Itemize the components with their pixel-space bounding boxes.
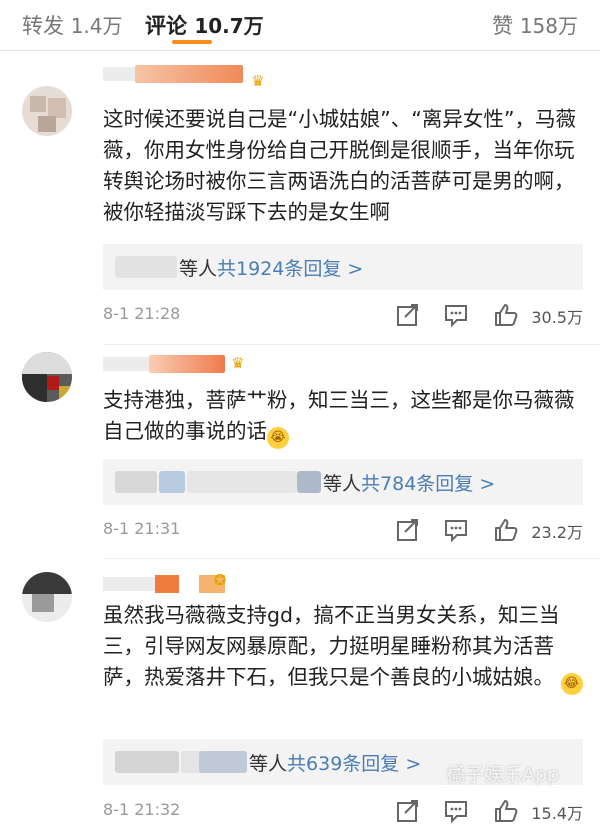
tab-comments-label: 评论 (145, 14, 187, 38)
tab-comments[interactable]: 评论 10.7万 (145, 10, 264, 40)
tab-forward[interactable]: 转发 1.4万 (22, 10, 123, 40)
active-tab-indicator (172, 40, 212, 44)
comment-icon[interactable] (443, 798, 469, 824)
reply-names-blurred (187, 471, 297, 493)
tears-of-joy-emoji-icon: 😂 (560, 673, 583, 695)
comment-text-body: 这时候还要说自己是“小城姑娘”、“离异女性”，马薇薇，你用女性身份给自己开脱倒是… (103, 107, 576, 224)
medal-icon: ✪ (213, 571, 227, 589)
tab-likes-label: 赞 (492, 14, 514, 38)
comment-icon[interactable] (443, 302, 469, 328)
comment-tabs: 转发 1.4万 评论 10.7万 赞 158万 (0, 0, 600, 52)
reply-suffix: 等人 (323, 473, 362, 495)
comment-icon[interactable] (443, 517, 469, 543)
reply-suffix: 等人 (179, 258, 218, 280)
tab-forward-label: 转发 (22, 14, 64, 38)
comment-divider (103, 344, 600, 345)
comment-text: 这时候还要说自己是“小城姑娘”、“离异女性”，马薇薇，你用女性身份给自己开脱倒是… (103, 104, 583, 228)
username-blurred[interactable] (103, 355, 225, 373)
repost-icon[interactable] (395, 798, 421, 824)
comment-meta: 8-1 21:28 30.5万 (103, 300, 583, 330)
reply-summary[interactable]: 等人共784条回复 > (103, 459, 583, 505)
tab-comments-count: 10.7万 (194, 14, 264, 38)
watermark: 橘子娱乐App (446, 764, 560, 786)
reply-text: 等人共784条回复 > (323, 469, 495, 496)
comment-meta: 8-1 21:32 15.4万 (103, 796, 583, 826)
reply-names-blurred (115, 471, 157, 493)
comment-text-body: 虽然我马薇薇支持gd，搞不正当男女关系，知三当三，引导网友网暴原配，力挺明星睡粉… (103, 603, 560, 689)
repost-icon[interactable] (395, 302, 421, 328)
tabs-divider (0, 50, 600, 51)
comment-text: 虽然我马薇薇支持gd，搞不正当男女关系，知三当三，引导网友网暴原配，力挺明星睡粉… (103, 600, 583, 695)
avatar[interactable] (22, 352, 72, 402)
comment-time: 8-1 21:28 (103, 304, 181, 323)
comment-text-body: 支持港独，菩萨艹粉，知三当三，这些都是你马薇薇自己做的事说的话 (103, 388, 575, 443)
reply-names-blurred (115, 256, 177, 278)
thumbs-up-icon[interactable] (493, 302, 519, 328)
username-blurred[interactable] (103, 575, 225, 593)
like-count: 30.5万 (531, 308, 583, 327)
reply-names-blurred (297, 471, 321, 493)
thumbs-up-icon[interactable] (493, 517, 519, 543)
view-replies-link[interactable]: 共639条回复 > (287, 753, 421, 775)
reply-text: 等人共639条回复 > (249, 749, 421, 776)
comment-time: 8-1 21:31 (103, 519, 181, 538)
reply-summary[interactable]: 等人共1924条回复 > (103, 244, 583, 290)
view-replies-link[interactable]: 共784条回复 > (361, 473, 495, 495)
avatar[interactable] (22, 572, 72, 622)
tab-likes[interactable]: 赞 158万 (492, 10, 578, 40)
like-count: 15.4万 (531, 804, 583, 823)
view-replies-link[interactable]: 共1924条回复 > (217, 258, 363, 280)
tab-forward-count: 1.4万 (70, 14, 123, 38)
reply-names-blurred (199, 751, 247, 773)
reply-text: 等人共1924条回复 > (179, 254, 363, 281)
reply-names-blurred (115, 751, 179, 773)
username-blurred[interactable] (103, 65, 243, 83)
tab-likes-count: 158万 (519, 14, 578, 38)
comment-divider (103, 558, 600, 559)
avatar[interactable] (22, 86, 72, 136)
repost-icon[interactable] (395, 517, 421, 543)
crown-icon: ♛ (231, 354, 245, 372)
reply-names-blurred (159, 471, 185, 493)
reply-suffix: 等人 (249, 753, 288, 775)
comment-time: 8-1 21:32 (103, 800, 181, 819)
crown-icon: ♛ (251, 72, 265, 90)
thumbs-up-icon[interactable] (493, 798, 519, 824)
crying-emoji-icon: 😭 (267, 427, 289, 449)
comment-meta: 8-1 21:31 23.2万 (103, 515, 583, 545)
comment-text: 支持港独，菩萨艹粉，知三当三，这些都是你马薇薇自己做的事说的话 😭 (103, 385, 583, 449)
like-count: 23.2万 (531, 523, 583, 542)
